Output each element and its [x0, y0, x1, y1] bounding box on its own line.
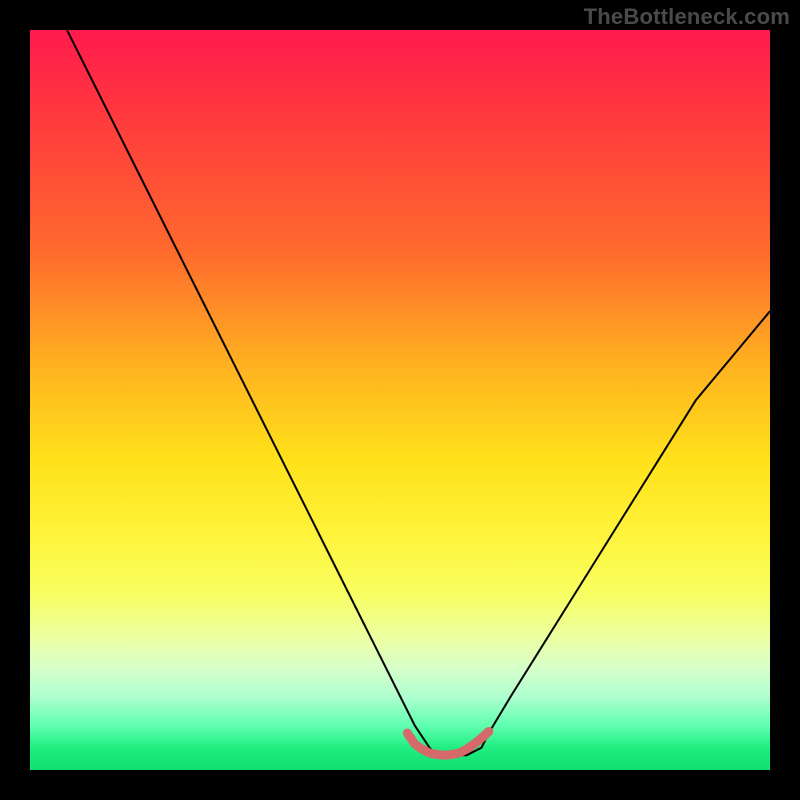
highlight-band-path: [407, 732, 488, 756]
chart-container: TheBottleneck.com: [0, 0, 800, 800]
plot-area: [30, 30, 770, 770]
bottleneck-curve-path: [67, 30, 770, 755]
curve-svg: [30, 30, 770, 770]
watermark-text: TheBottleneck.com: [584, 4, 790, 30]
